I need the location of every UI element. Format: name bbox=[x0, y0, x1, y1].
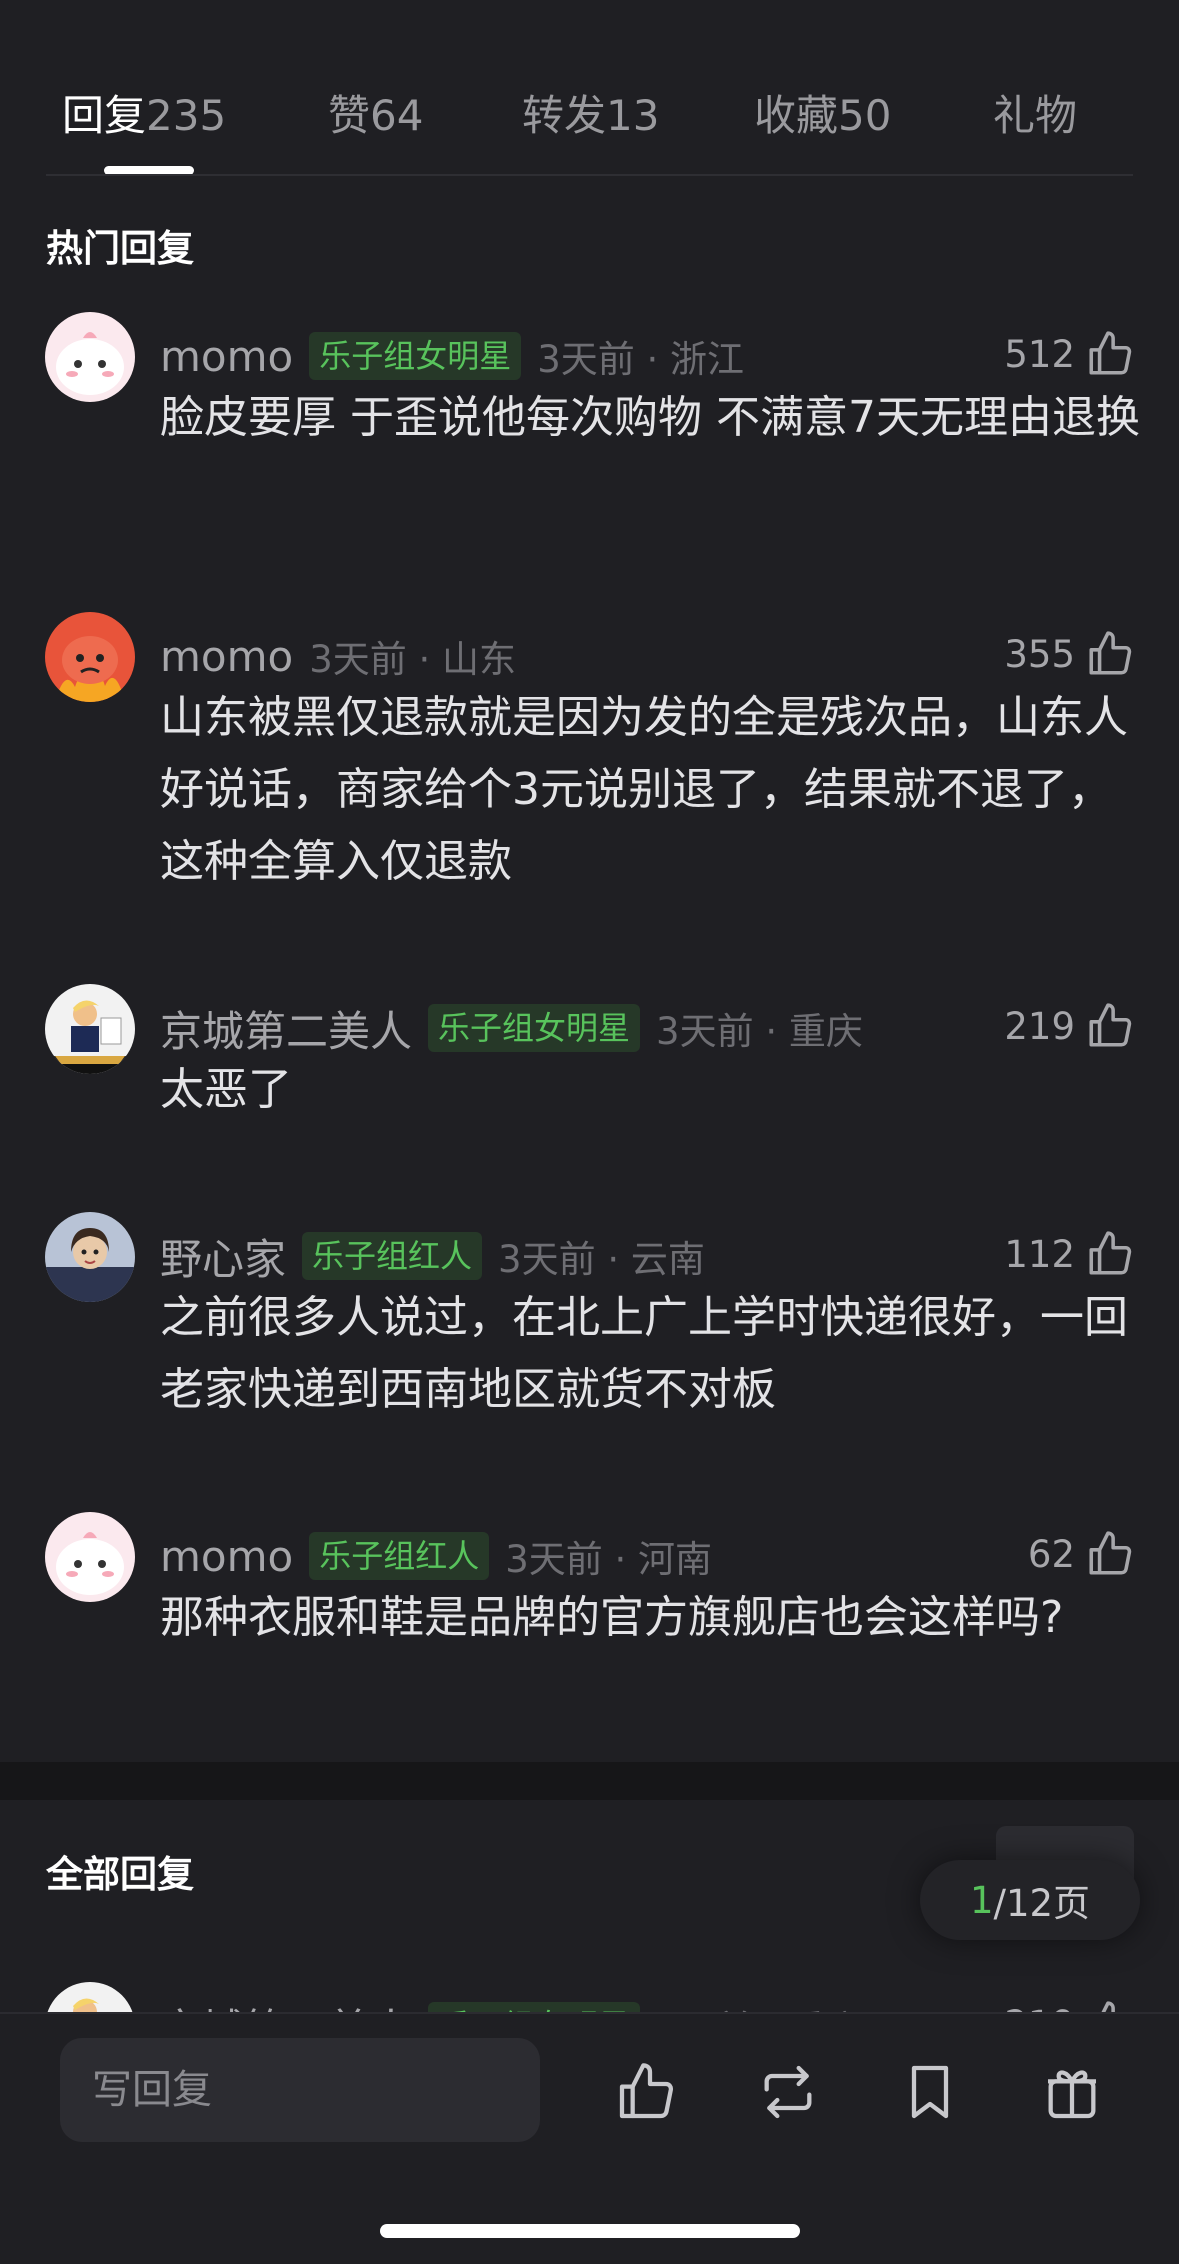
comment-text: 之前很多人说过，在北上广上学时快递很好，一回老家快递到西南地区就货不对板 bbox=[160, 1292, 1128, 1415]
thumbs-up-icon bbox=[1085, 1529, 1135, 1579]
tab-replies[interactable]: 回复235 bbox=[62, 82, 226, 143]
thumbs-up-icon bbox=[1085, 1001, 1135, 1051]
avatar[interactable] bbox=[45, 1212, 135, 1302]
username[interactable]: 京城第二美人 bbox=[160, 998, 412, 1059]
comment-meta: momo 乐子组女明星 3天前 · 浙江 bbox=[160, 326, 744, 386]
comment-text: 脸皮要厚 于歪说他每次购物 不满意7天无理由退换 bbox=[160, 392, 1140, 443]
username[interactable]: momo bbox=[160, 632, 293, 681]
section-divider bbox=[0, 1762, 1179, 1800]
tab-replies-count: 235 bbox=[146, 91, 227, 140]
tab-likes-label: 赞 bbox=[328, 91, 371, 140]
avatar[interactable] bbox=[45, 984, 135, 1074]
tab-likes[interactable]: 赞64 bbox=[328, 82, 423, 143]
like-button[interactable]: 219 bbox=[1004, 996, 1135, 1056]
user-badge: 乐子组女明星 bbox=[309, 332, 522, 380]
thumbs-up-icon[interactable] bbox=[614, 2060, 678, 2124]
thumbs-up-icon bbox=[1085, 629, 1135, 679]
thumbs-up-icon bbox=[1085, 1229, 1135, 1279]
bookmark-icon[interactable] bbox=[898, 2060, 962, 2124]
like-count: 62 bbox=[1027, 1532, 1075, 1576]
like-count: 112 bbox=[1004, 1232, 1075, 1276]
avatar[interactable] bbox=[45, 612, 135, 702]
comment-meta: momo 3天前 · 山东 bbox=[160, 626, 516, 686]
avatar[interactable] bbox=[45, 1512, 135, 1602]
time-location: 3天前 · 重庆 bbox=[656, 1010, 863, 1053]
like-count: 219 bbox=[1004, 1004, 1075, 1048]
tab-reposts[interactable]: 转发13 bbox=[522, 82, 659, 143]
like-button[interactable]: 112 bbox=[1004, 1224, 1135, 1284]
tabs-divider bbox=[46, 174, 1133, 176]
tab-favorites[interactable]: 收藏50 bbox=[754, 82, 891, 143]
hot-replies-title: 热门回复 bbox=[46, 227, 194, 270]
tab-favorites-label: 收藏 bbox=[754, 91, 839, 140]
reply-tabs: 回复235 赞64 转发13 收藏50 礼物 bbox=[0, 0, 1179, 176]
time-location: 3天前 · 山东 bbox=[309, 638, 517, 681]
reply-input[interactable]: 写回复 bbox=[60, 2038, 540, 2142]
total-pages: /12页 bbox=[993, 1882, 1091, 1925]
time-location: 3天前 · 云南 bbox=[498, 1238, 705, 1281]
tab-replies-label: 回复 bbox=[62, 91, 147, 140]
tab-reposts-label: 转发 bbox=[522, 91, 607, 140]
repost-icon[interactable] bbox=[756, 2060, 820, 2124]
tab-gifts[interactable]: 礼物 bbox=[993, 82, 1077, 143]
username[interactable]: 野心家 bbox=[160, 1226, 286, 1287]
all-replies-title: 全部回复 bbox=[46, 1853, 194, 1896]
comment-text: 那种衣服和鞋是品牌的官方旗舰店也会这样吗? bbox=[160, 1592, 1064, 1643]
time-location: 3天前 · 浙江 bbox=[537, 338, 745, 381]
home-indicator bbox=[380, 2224, 800, 2238]
like-button[interactable]: 62 bbox=[1028, 1524, 1135, 1584]
username[interactable]: momo bbox=[160, 332, 293, 381]
comment-meta: 野心家 乐子组红人 3天前 · 云南 bbox=[160, 1226, 705, 1286]
tab-likes-count: 64 bbox=[370, 91, 424, 140]
tab-reposts-count: 13 bbox=[606, 91, 660, 140]
comment-meta: 京城第二美人 乐子组女明星 3天前 · 重庆 bbox=[160, 998, 863, 1058]
tab-favorites-count: 50 bbox=[838, 91, 892, 140]
tab-gifts-label: 礼物 bbox=[993, 91, 1078, 140]
avatar[interactable] bbox=[45, 312, 135, 402]
username[interactable]: momo bbox=[160, 1532, 293, 1581]
user-badge: 乐子组红人 bbox=[309, 1532, 490, 1580]
time-location: 3天前 · 河南 bbox=[505, 1538, 713, 1581]
comment-text: 山东被黑仅退款就是因为发的全是残次品，山东人好说话，商家给个3元说别退了，结果就… bbox=[160, 692, 1128, 887]
user-badge: 乐子组女明星 bbox=[428, 1004, 641, 1052]
like-button[interactable]: 512 bbox=[1004, 324, 1135, 384]
current-page: 1 bbox=[969, 1878, 994, 1922]
pagination-indicator[interactable]: 1/12页 bbox=[920, 1860, 1140, 1940]
like-count: 512 bbox=[1004, 332, 1075, 376]
like-count: 355 bbox=[1004, 632, 1075, 676]
like-button[interactable]: 355 bbox=[1004, 624, 1135, 684]
thumbs-up-icon bbox=[1085, 329, 1135, 379]
gift-icon[interactable] bbox=[1040, 2060, 1104, 2124]
comment-meta: momo 乐子组红人 3天前 · 河南 bbox=[160, 1526, 712, 1586]
user-badge: 乐子组红人 bbox=[302, 1232, 483, 1280]
comment-text: 太恶了 bbox=[160, 1064, 292, 1115]
